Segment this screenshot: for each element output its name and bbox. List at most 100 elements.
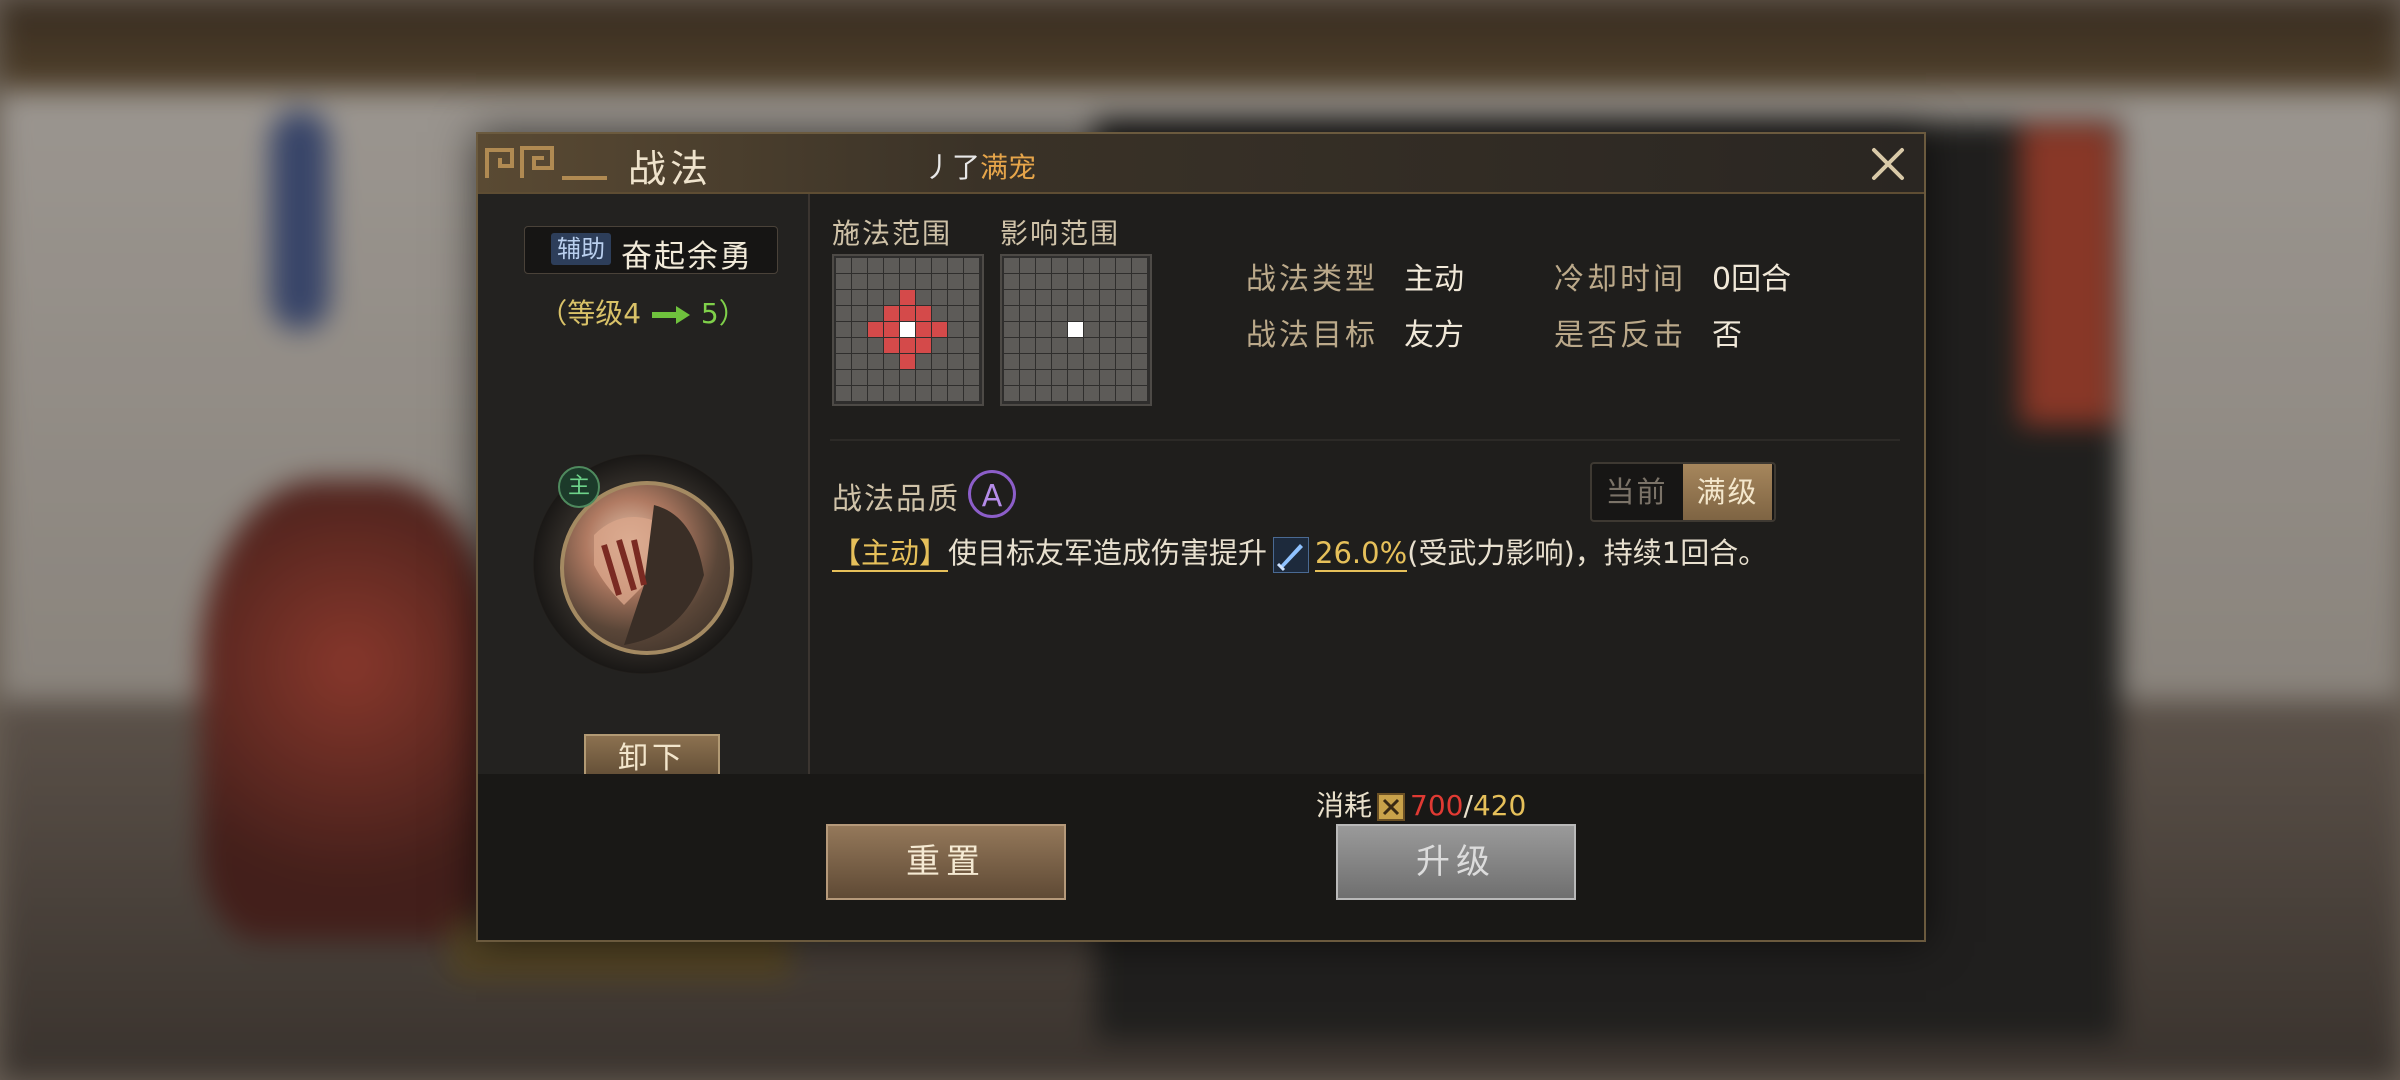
grid-cell bbox=[884, 258, 899, 273]
upgrade-button[interactable]: 升级 bbox=[1336, 824, 1576, 900]
grid-cell bbox=[1036, 354, 1051, 369]
grid-cell bbox=[964, 386, 979, 401]
grid-cell bbox=[964, 338, 979, 353]
grid-cell bbox=[852, 338, 867, 353]
grid-cell bbox=[1052, 322, 1067, 337]
cast-range-grid bbox=[832, 254, 984, 406]
grid-cell bbox=[1132, 306, 1147, 321]
grid-cell bbox=[932, 322, 947, 337]
grid-cell bbox=[1004, 306, 1019, 321]
grid-cell bbox=[964, 322, 979, 337]
grid-cell bbox=[884, 386, 899, 401]
general-name-prefix: 丿了 bbox=[924, 151, 981, 184]
grid-cell bbox=[1068, 306, 1083, 321]
skill-description: 【主动】使目标友军造成伤害提升 26.0%(受武力影响)，持续1回合。 bbox=[832, 530, 1767, 573]
grid-cell bbox=[1132, 322, 1147, 337]
skill-scroll-icon bbox=[1377, 793, 1406, 821]
portrait-art bbox=[594, 505, 704, 645]
grid-cell bbox=[1020, 338, 1035, 353]
grid-cell bbox=[900, 338, 915, 353]
grid-cell bbox=[852, 274, 867, 289]
grid-cell bbox=[916, 258, 931, 273]
grid-cell bbox=[1084, 306, 1099, 321]
grid-cell bbox=[1052, 258, 1067, 273]
grid-cell bbox=[884, 322, 899, 337]
divider bbox=[830, 439, 1900, 441]
reset-button[interactable]: 重置 bbox=[826, 824, 1066, 900]
grid-cell bbox=[948, 386, 963, 401]
counter-key: 是否反击 bbox=[1554, 318, 1686, 353]
grid-cell bbox=[884, 354, 899, 369]
grid-cell bbox=[1100, 386, 1115, 401]
grid-cell bbox=[932, 354, 947, 369]
cast-range-label: 施法范围 bbox=[832, 217, 953, 250]
cost-separator: / bbox=[1463, 789, 1473, 822]
grid-cell bbox=[868, 370, 883, 385]
grid-cell bbox=[868, 274, 883, 289]
grid-cell bbox=[1020, 306, 1035, 321]
grid-cell bbox=[916, 306, 931, 321]
grid-cell bbox=[900, 306, 915, 321]
skill-type-keyword[interactable]: 【主动】 bbox=[832, 536, 949, 572]
grid-cell bbox=[1084, 354, 1099, 369]
grid-cell bbox=[948, 274, 963, 289]
grid-cell bbox=[932, 258, 947, 273]
toggle-max-level[interactable]: 满级 bbox=[1683, 464, 1772, 520]
grid-cell bbox=[916, 338, 931, 353]
grid-cell bbox=[1004, 274, 1019, 289]
grid-cell bbox=[948, 338, 963, 353]
grid-cell bbox=[1036, 322, 1051, 337]
grid-cell bbox=[1052, 274, 1067, 289]
level-view-toggle: 当前 满级 bbox=[1590, 462, 1776, 522]
level-indicator: （等级4 5） bbox=[478, 292, 808, 332]
cost-required: 700 bbox=[1410, 789, 1464, 822]
grid-cell bbox=[1036, 386, 1051, 401]
grid-cell bbox=[948, 354, 963, 369]
grid-cell bbox=[1052, 386, 1067, 401]
grid-cell bbox=[1052, 354, 1067, 369]
grid-cell bbox=[1100, 290, 1115, 305]
grid-cell bbox=[1116, 322, 1131, 337]
grid-cell bbox=[1036, 274, 1051, 289]
grid-cell bbox=[1036, 290, 1051, 305]
grid-cell bbox=[1100, 354, 1115, 369]
grid-cell bbox=[836, 290, 851, 305]
grid-cell bbox=[1020, 274, 1035, 289]
toggle-current[interactable]: 当前 bbox=[1592, 464, 1681, 520]
grid-cell bbox=[836, 370, 851, 385]
grid-cell bbox=[1116, 386, 1131, 401]
grid-cell bbox=[1004, 354, 1019, 369]
grid-cell bbox=[948, 258, 963, 273]
level-next: 5） bbox=[700, 297, 747, 330]
grid-cell bbox=[1052, 306, 1067, 321]
grid-cell bbox=[932, 274, 947, 289]
grid-cell bbox=[916, 354, 931, 369]
skill-info-panel: 辅助 奋起余勇 （等级4 5） 主 卸下 bbox=[478, 194, 810, 784]
grid-cell bbox=[1084, 322, 1099, 337]
close-icon[interactable] bbox=[1866, 142, 1910, 186]
grid-cell bbox=[948, 290, 963, 305]
general-name: 丿了满宠 bbox=[924, 146, 1036, 186]
grid-cell bbox=[900, 322, 915, 337]
grid-cell bbox=[1068, 386, 1083, 401]
skill-type-value: 主动 bbox=[1404, 262, 1464, 297]
grid-cell bbox=[884, 290, 899, 305]
grid-cell bbox=[1068, 338, 1083, 353]
grid-cell bbox=[1036, 338, 1051, 353]
grid-cell bbox=[868, 290, 883, 305]
grid-cell bbox=[1116, 290, 1131, 305]
grid-cell bbox=[1020, 322, 1035, 337]
grid-cell bbox=[1004, 386, 1019, 401]
grid-cell bbox=[1116, 370, 1131, 385]
grid-cell bbox=[1132, 386, 1147, 401]
grid-cell bbox=[900, 258, 915, 273]
description-text-b: (受武力影响)，持续1回合。 bbox=[1407, 536, 1768, 570]
bonus-value[interactable]: 26.0% bbox=[1315, 536, 1408, 572]
grid-cell bbox=[932, 306, 947, 321]
grid-cell bbox=[852, 354, 867, 369]
grid-cell bbox=[1084, 338, 1099, 353]
general-portrait[interactable] bbox=[560, 481, 734, 655]
skill-name-tag: 辅助 奋起余勇 bbox=[524, 226, 778, 275]
grid-cell bbox=[836, 386, 851, 401]
grid-cell bbox=[1004, 370, 1019, 385]
